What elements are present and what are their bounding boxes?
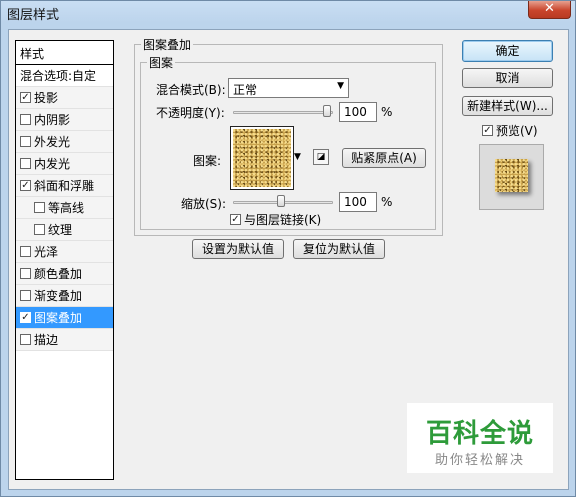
checkbox-color-overlay[interactable] bbox=[20, 268, 31, 279]
styles-list: 样式 混合选项:自定 ✓ 投影 内阴影 外发光 内发光 ✓ 斜面和浮雕 等高线 … bbox=[15, 40, 114, 480]
snap-to-origin-button[interactable]: 贴紧原点(A) bbox=[342, 148, 426, 168]
blend-mode-value: 正常 bbox=[233, 83, 258, 97]
pattern-label: 图案: bbox=[193, 154, 222, 168]
checkbox-stroke[interactable] bbox=[20, 334, 31, 345]
style-item-texture[interactable]: 纹理 bbox=[16, 219, 113, 241]
close-button[interactable]: ✕ bbox=[528, 1, 571, 19]
checkbox-inner-glow[interactable] bbox=[20, 158, 31, 169]
blend-mode-select[interactable]: 正常 ▼ bbox=[228, 78, 349, 98]
scale-slider-handle[interactable] bbox=[277, 195, 285, 207]
style-item-outer-glow[interactable]: 外发光 bbox=[16, 131, 113, 153]
reset-default-button[interactable]: 复位为默认值 bbox=[293, 239, 385, 259]
chevron-down-icon: ▼ bbox=[337, 81, 344, 91]
style-item-label: 外发光 bbox=[34, 135, 71, 149]
checkbox-satin[interactable] bbox=[20, 246, 31, 257]
opacity-unit: % bbox=[381, 105, 393, 119]
triangle-down-icon[interactable]: ▼ bbox=[294, 152, 301, 162]
scale-label: 缩放(S): bbox=[181, 197, 227, 211]
style-item-stroke[interactable]: 描边 bbox=[16, 329, 113, 351]
set-default-button[interactable]: 设置为默认值 bbox=[192, 239, 284, 259]
checkmark-icon[interactable]: ✓ bbox=[230, 214, 241, 225]
style-item-color-overlay[interactable]: 颜色叠加 bbox=[16, 263, 113, 285]
pattern-overlay-title: 图案叠加 bbox=[143, 38, 192, 52]
scale-unit: % bbox=[381, 195, 393, 209]
style-item-satin[interactable]: 光泽 bbox=[16, 241, 113, 263]
style-item-contour[interactable]: 等高线 bbox=[16, 197, 113, 219]
style-item-gradient-overlay[interactable]: 渐变叠加 bbox=[16, 285, 113, 307]
checkbox-texture[interactable] bbox=[34, 224, 45, 235]
style-item-bevel-emboss[interactable]: ✓ 斜面和浮雕 bbox=[16, 175, 113, 197]
blend-options-item[interactable]: 混合选项:自定 bbox=[16, 65, 113, 87]
opacity-slider-track[interactable] bbox=[233, 111, 333, 114]
link-with-layer-checkbox[interactable]: ✓ 与图层链接(K) bbox=[230, 211, 321, 228]
watermark-tagline: 助你轻松解决 bbox=[434, 453, 525, 468]
style-item-label: 光泽 bbox=[34, 245, 59, 259]
checkbox-bevel-emboss[interactable]: ✓ bbox=[20, 180, 31, 191]
opacity-label: 不透明度(Y): bbox=[156, 106, 225, 120]
blend-mode-label: 混合模式(B): bbox=[156, 83, 226, 97]
scale-input[interactable]: 100 bbox=[339, 192, 377, 212]
style-item-inner-shadow[interactable]: 内阴影 bbox=[16, 109, 113, 131]
style-preview bbox=[479, 144, 544, 210]
styles-header[interactable]: 样式 bbox=[16, 41, 113, 65]
ok-button[interactable]: 确定 bbox=[462, 40, 553, 62]
style-item-label: 内发光 bbox=[34, 157, 71, 171]
style-item-label: 等高线 bbox=[48, 201, 85, 215]
style-item-label: 渐变叠加 bbox=[34, 289, 83, 303]
blend-options-label: 混合选项:自定 bbox=[20, 69, 97, 83]
style-item-label: 纹理 bbox=[48, 223, 73, 237]
style-item-label: 内阴影 bbox=[34, 113, 71, 127]
pattern-swatch[interactable] bbox=[230, 126, 294, 190]
layer-style-dialog: 图层样式 ✕ 样式 混合选项:自定 ✓ 投影 内阴影 外发光 内发光 ✓ 斜面和… bbox=[0, 0, 576, 497]
checkbox-inner-shadow[interactable] bbox=[20, 114, 31, 125]
preview-checkbox[interactable]: ✓ 预览(V) bbox=[482, 122, 538, 139]
checkbox-drop-shadow[interactable]: ✓ bbox=[20, 92, 31, 103]
style-item-label: 图案叠加 bbox=[34, 311, 83, 325]
style-item-label: 颜色叠加 bbox=[34, 267, 83, 281]
new-style-button[interactable]: 新建样式(W)... bbox=[462, 96, 553, 116]
watermark-logo: 百科全说 bbox=[425, 419, 534, 449]
style-item-label: 描边 bbox=[34, 333, 59, 347]
dialog-body: 样式 混合选项:自定 ✓ 投影 内阴影 外发光 内发光 ✓ 斜面和浮雕 等高线 … bbox=[8, 29, 569, 490]
gold-pattern-thumbnail bbox=[233, 129, 291, 187]
pattern-subgroup-title: 图案 bbox=[149, 56, 174, 70]
checkbox-contour[interactable] bbox=[34, 202, 45, 213]
style-item-label: 投影 bbox=[34, 91, 59, 105]
style-item-pattern-overlay[interactable]: ✓ 图案叠加 bbox=[16, 307, 113, 329]
window-title: 图层样式 bbox=[7, 8, 60, 23]
title-bar[interactable]: 图层样式 ✕ bbox=[1, 1, 575, 23]
checkbox-outer-glow[interactable] bbox=[20, 136, 31, 147]
checkbox-gradient-overlay[interactable] bbox=[20, 290, 31, 301]
close-icon: ✕ bbox=[544, 1, 555, 16]
checkbox-pattern-overlay[interactable]: ✓ bbox=[20, 312, 31, 323]
link-with-layer-label: 与图层链接(K) bbox=[244, 213, 322, 227]
opacity-slider-handle[interactable] bbox=[323, 105, 331, 117]
style-item-drop-shadow[interactable]: ✓ 投影 bbox=[16, 87, 113, 109]
cancel-button[interactable]: 取消 bbox=[462, 68, 553, 88]
style-item-label: 斜面和浮雕 bbox=[34, 179, 95, 193]
opacity-input[interactable]: 100 bbox=[339, 102, 377, 122]
style-item-inner-glow[interactable]: 内发光 bbox=[16, 153, 113, 175]
preview-label: 预览(V) bbox=[496, 124, 538, 138]
watermark: 百科全说 助你轻松解决 bbox=[407, 403, 553, 473]
checkmark-icon[interactable]: ✓ bbox=[482, 125, 493, 136]
new-preset-icon[interactable]: ◪ bbox=[313, 149, 329, 165]
preview-thumbnail bbox=[495, 159, 528, 192]
